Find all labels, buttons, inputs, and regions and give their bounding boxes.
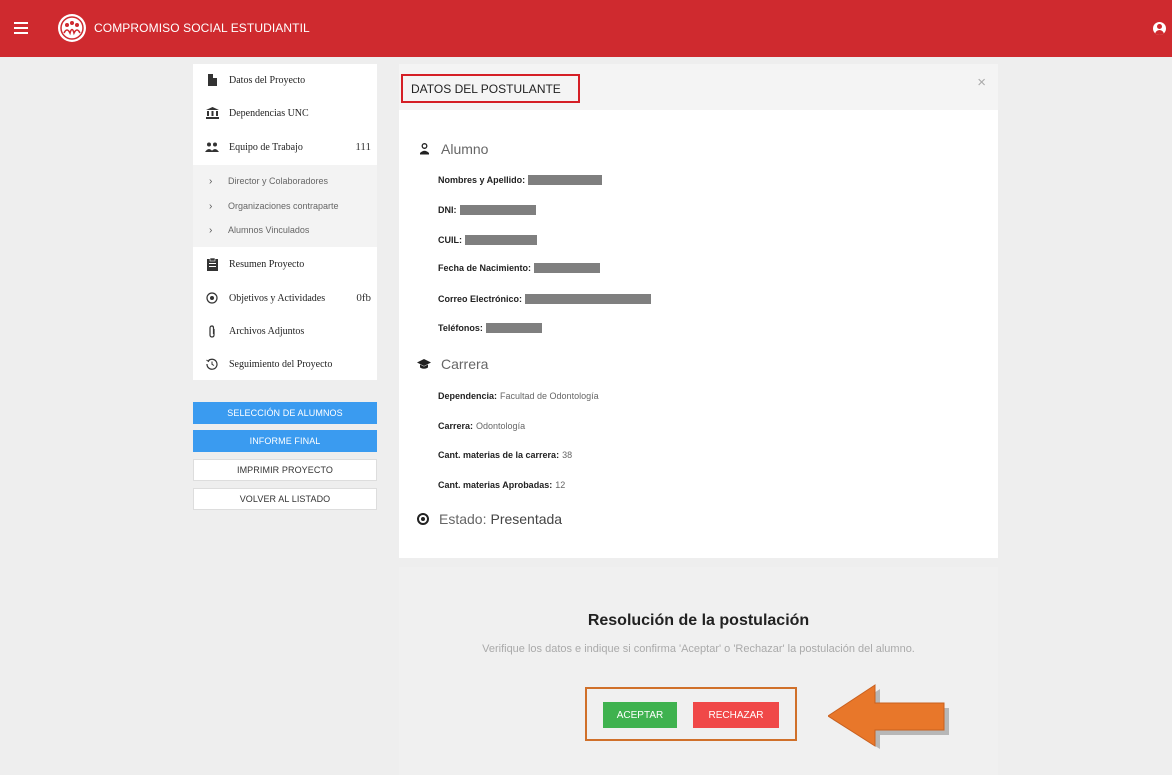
field-label: Cant. materias Aprobadas: xyxy=(438,480,553,490)
field-carrera: Carrera: Odontología xyxy=(438,421,525,431)
sidebar-item-equipo-trabajo[interactable]: Equipo de Trabajo 111 xyxy=(193,135,377,159)
resolucion-title: Resolución de la postulación xyxy=(587,612,810,629)
radio-selected-icon[interactable] xyxy=(417,513,429,525)
sidebar-item-label: Resumen Proyecto xyxy=(229,258,305,270)
field-value: Odontología xyxy=(476,421,526,431)
equipo-submenu: › Director y Colaboradores › Organizacio… xyxy=(193,165,377,247)
redacted-value xyxy=(528,175,603,185)
field-value: 12 xyxy=(555,480,566,490)
clipboard-icon xyxy=(205,257,219,271)
field-dni: DNI: xyxy=(438,205,536,215)
field-label: Dependencia: xyxy=(438,391,498,401)
close-icon[interactable]: × xyxy=(977,74,986,91)
field-label: CUIL: xyxy=(438,235,462,245)
estado-label: Estado: xyxy=(439,511,487,527)
redacted-value xyxy=(534,263,601,273)
sidebar-item-datos-proyecto[interactable]: Datos del Proyecto xyxy=(193,68,377,92)
field-fecha-nacimiento: Fecha de Nacimiento: xyxy=(438,263,601,273)
sidebar-item-seguimiento[interactable]: Seguimiento del Proyecto xyxy=(193,352,377,376)
logo-figures-icon xyxy=(60,16,84,40)
decision-buttons-highlight: ACEPTAR RECHAZAR xyxy=(585,687,797,741)
resolucion-description: Verifique los datos e indique si confirm… xyxy=(482,643,915,655)
field-label: Carrera: xyxy=(438,421,474,431)
sidebar-subitem-label: Alumnos Vinculados xyxy=(228,225,310,235)
carrera-section-heading: Carrera xyxy=(417,356,488,372)
redacted-value xyxy=(465,235,537,245)
sidebar-item-objetivos[interactable]: Objetivos y Actividades 0fb xyxy=(193,286,377,310)
target-icon xyxy=(205,291,219,305)
sidebar-subitem-director[interactable]: › Director y Colaboradores xyxy=(193,171,377,191)
count-badge: 0fb xyxy=(356,292,371,304)
field-cuil: CUIL: xyxy=(438,235,537,245)
sidebar-subitem-label: Organizaciones contraparte xyxy=(228,201,339,211)
history-icon xyxy=(205,357,219,371)
imprimir-proyecto-button[interactable]: IMPRIMIR PROYECTO xyxy=(193,459,377,481)
accept-button[interactable]: ACEPTAR xyxy=(603,702,677,728)
chevron-right-icon: › xyxy=(209,224,213,236)
app-title: COMPROMISO SOCIAL ESTUDIANTIL xyxy=(94,21,310,35)
card-title: DATOS DEL POSTULANTE xyxy=(401,74,580,103)
field-value: 38 xyxy=(562,450,573,460)
count-badge: 111 xyxy=(355,141,371,153)
alumno-heading-text: Alumno xyxy=(441,141,489,157)
redacted-value xyxy=(459,205,536,215)
card-header: DATOS DEL POSTULANTE × xyxy=(399,64,998,110)
sidebar-item-label: Dependencias UNC xyxy=(229,107,309,119)
sidebar-item-archivos[interactable]: Archivos Adjuntos xyxy=(193,319,377,343)
people-icon xyxy=(205,140,219,154)
logo xyxy=(58,14,86,42)
sidebar-subitem-alumnos[interactable]: › Alumnos Vinculados xyxy=(193,220,377,240)
sidebar-item-dependencias[interactable]: Dependencias UNC xyxy=(193,101,377,125)
informe-final-button[interactable]: INFORME FINAL xyxy=(193,430,377,452)
field-telefonos: Teléfonos: xyxy=(438,323,542,333)
field-label: Correo Electrónico: xyxy=(438,294,523,304)
chevron-right-icon: › xyxy=(209,200,213,212)
field-correo: Correo Electrónico: xyxy=(438,294,652,304)
hamburger-menu-icon[interactable] xyxy=(14,22,28,34)
sidebar-item-label: Datos del Proyecto xyxy=(229,74,306,86)
sidebar-subitem-organizaciones[interactable]: › Organizaciones contraparte xyxy=(193,196,377,216)
top-app-bar: COMPROMISO SOCIAL ESTUDIANTIL xyxy=(0,0,1172,57)
field-value: Facultad de Odontología xyxy=(500,391,599,401)
redacted-value xyxy=(525,294,652,304)
estado-row: Estado: Presentada xyxy=(417,511,562,527)
user-account-icon[interactable] xyxy=(1153,22,1166,35)
redacted-value xyxy=(485,323,542,333)
arrow-left-icon xyxy=(828,684,949,749)
estado-value: Presentada xyxy=(490,511,563,527)
sidebar-subitem-label: Director y Colaboradores xyxy=(228,176,329,186)
person-icon xyxy=(417,142,431,156)
reject-button[interactable]: RECHAZAR xyxy=(693,702,779,728)
graduation-cap-icon xyxy=(417,357,431,371)
sidebar-item-label: Archivos Adjuntos xyxy=(229,325,305,337)
document-icon xyxy=(205,73,219,87)
sidebar-item-label: Objetivos y Actividades xyxy=(229,292,326,304)
sidebar: Datos del Proyecto Dependencias UNC Equi… xyxy=(193,64,377,380)
paperclip-icon xyxy=(205,324,219,338)
field-label: Teléfonos: xyxy=(438,323,483,333)
sidebar-item-label: Seguimiento del Proyecto xyxy=(229,358,333,370)
institution-icon xyxy=(205,106,219,120)
volver-listado-button[interactable]: VOLVER AL LISTADO xyxy=(193,488,377,510)
alumno-section-heading: Alumno xyxy=(417,141,488,157)
field-label: Nombres y Apellido: xyxy=(438,175,526,185)
field-nombres: Nombres y Apellido: xyxy=(438,175,603,185)
postulante-card: DATOS DEL POSTULANTE × Alumno Nombres y … xyxy=(399,64,998,558)
chevron-right-icon: › xyxy=(209,175,213,187)
sidebar-item-resumen[interactable]: Resumen Proyecto xyxy=(193,252,377,276)
carrera-heading-text: Carrera xyxy=(441,356,489,372)
field-materias-carrera: Cant. materias de la carrera: 38 xyxy=(438,450,572,460)
field-dependencia: Dependencia: Facultad de Odontología xyxy=(438,391,599,401)
field-label: DNI: xyxy=(438,205,457,215)
sidebar-item-label: Equipo de Trabajo xyxy=(229,141,303,153)
field-label: Fecha de Nacimiento: xyxy=(438,263,532,273)
field-materias-aprobadas: Cant. materias Aprobadas: 12 xyxy=(438,480,565,490)
seleccion-alumnos-button[interactable]: SELECCIÓN DE ALUMNOS xyxy=(193,402,377,424)
field-label: Cant. materias de la carrera: xyxy=(438,450,560,460)
